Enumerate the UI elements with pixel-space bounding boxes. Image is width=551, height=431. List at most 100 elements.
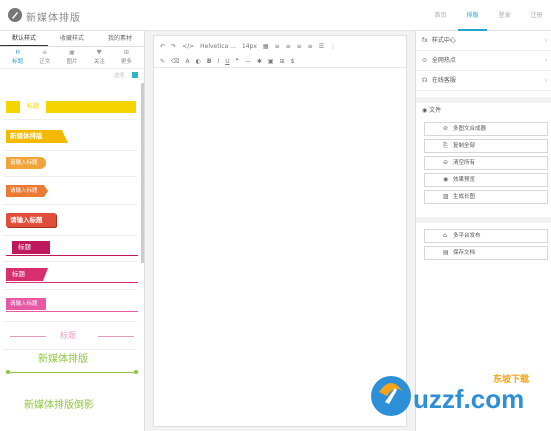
target-icon: ⊙: [422, 57, 428, 64]
tab-default-styles[interactable]: 默认样式: [0, 31, 48, 46]
divider: [4, 321, 137, 322]
heading-icon: H: [15, 49, 20, 56]
style-sample-10[interactable]: 新媒体排版: [6, 353, 138, 377]
logo-icon: [8, 8, 22, 22]
divider: [4, 235, 137, 236]
list-icon[interactable]: ☰: [319, 43, 324, 50]
headset-icon: ☊: [422, 77, 428, 84]
nav-home[interactable]: 首页: [426, 0, 455, 31]
indent-icon[interactable]: ⋮: [330, 43, 336, 50]
save-document-button[interactable]: ▤ 保存文档: [424, 246, 548, 260]
dollar-icon[interactable]: $: [291, 58, 295, 65]
undo-icon[interactable]: ↶: [160, 43, 165, 50]
style-sample-5[interactable]: 请输入标题: [6, 213, 56, 227]
style-sample-1[interactable]: 标题: [6, 101, 136, 113]
copy-icon: ⎘: [443, 142, 448, 149]
watermark-brand: uzzf.com: [413, 384, 525, 414]
underline-icon[interactable]: U: [225, 58, 229, 65]
category-more[interactable]: ⊞ 更多: [113, 49, 140, 66]
image-insert-icon[interactable]: ▣: [268, 58, 274, 65]
bold-icon[interactable]: B: [207, 58, 212, 65]
italic-icon[interactable]: I: [217, 58, 219, 65]
preview-button[interactable]: ◉ 效果预览: [424, 173, 548, 187]
font-family-select[interactable]: Helvetica ...: [200, 43, 236, 50]
style-panel: 默认样式 收藏样式 我的素材 H 标题 ≡ 正文 ▣ 图片 ♥ 关注 ⊞ 更多 选项 标题…: [0, 31, 145, 431]
long-image-button[interactable]: ▨ 生成长图: [424, 190, 548, 204]
style-tabs: 默认样式 收藏样式 我的素材: [0, 31, 144, 47]
special-char-icon[interactable]: ✱: [257, 58, 262, 65]
color-picker-swatch[interactable]: [132, 72, 138, 78]
style-sample-6[interactable]: 标题: [6, 241, 138, 257]
chevron-right-icon: ›: [544, 37, 547, 44]
category-follow[interactable]: ♥ 关注: [86, 49, 113, 66]
chevron-right-icon: ›: [544, 57, 547, 64]
category-image[interactable]: ▣ 图片: [58, 49, 85, 66]
nav-register[interactable]: 注册: [522, 0, 551, 31]
publish-icon: ⌂: [443, 232, 447, 239]
category-bar: H 标题 ≡ 正文 ▣ 图片 ♥ 关注 ⊞ 更多: [0, 47, 144, 69]
style-sample-3[interactable]: 请输入标题: [6, 157, 46, 169]
save-icon: ▤: [443, 249, 449, 256]
tab-my-materials[interactable]: 我的素材: [96, 31, 144, 46]
divider: [4, 204, 137, 205]
style-sample-7[interactable]: 标题: [6, 268, 138, 284]
text-icon: ≡: [42, 49, 48, 56]
style-sample-11[interactable]: 新媒体排版倒影: [6, 397, 138, 415]
file-section: ◉ 文件 ⊘ 多图文合成器 ⎘ 复制全部 ⊖ 清空所有 ◉ 效果预览 ▨ 生成长图: [416, 97, 551, 217]
multi-article-button[interactable]: ⊘ 多图文合成器: [424, 122, 548, 136]
heart-icon: ♥: [96, 49, 102, 56]
paragraph-format-icon[interactable]: ▦: [263, 43, 269, 50]
style-sample-4[interactable]: 请输入标题: [6, 185, 48, 197]
link-style-center[interactable]: fx 样式中心 ›: [416, 31, 551, 51]
copy-all-button[interactable]: ⎘ 复制全部: [424, 139, 548, 153]
style-sample-2[interactable]: 新媒体排版: [6, 130, 68, 143]
redo-icon[interactable]: ↷: [171, 43, 176, 50]
clear-format-icon[interactable]: ⌫: [171, 58, 179, 65]
merge-icon: ⊘: [443, 125, 449, 132]
image-icon: ▣: [69, 49, 75, 56]
category-body[interactable]: ≡ 正文: [31, 49, 58, 66]
link-online-support[interactable]: ☊ 在线客服 ›: [416, 71, 551, 91]
editor-toolbar: ↶ ↷ </> Helvetica ... 14px ▦ ≡ ≡ ≡ ≡ ☰ ⋮…: [154, 36, 406, 68]
eye-icon: ◉: [443, 176, 449, 183]
nav-login[interactable]: 登录: [490, 0, 519, 31]
table-icon[interactable]: ⊞: [280, 58, 285, 65]
fx-icon: fx: [422, 37, 428, 44]
publish-section: ⌂ 多平台发布 ▤ 保存文档: [416, 217, 551, 260]
style-toolrow: 选项: [0, 69, 144, 81]
grid-icon: ⊞: [123, 49, 129, 56]
align-right-icon[interactable]: ≡: [297, 43, 302, 50]
rich-text-editor[interactable]: ↶ ↷ </> Helvetica ... 14px ▦ ≡ ≡ ≡ ≡ ☰ ⋮…: [153, 35, 407, 427]
file-radio[interactable]: ◉ 文件: [416, 103, 551, 119]
chevron-right-icon: ›: [544, 77, 547, 84]
align-justify-icon[interactable]: ≡: [308, 43, 313, 50]
category-title[interactable]: H 标题: [4, 49, 31, 66]
align-left-icon[interactable]: ≡: [275, 43, 280, 50]
paint-icon[interactable]: ✎: [160, 58, 165, 65]
nav-layout[interactable]: 排版: [458, 0, 487, 31]
image-icon: ▨: [443, 193, 449, 200]
app-title: 新媒体排版: [26, 13, 81, 24]
divider: [4, 349, 137, 350]
divider: [4, 289, 137, 290]
link-hot-topics[interactable]: ⊙ 全网热点 ›: [416, 51, 551, 71]
watermark-logo: 东坡下载 uzzf.com: [365, 370, 545, 422]
option-hint[interactable]: 选项: [114, 72, 124, 79]
radio-icon: ◉: [422, 107, 428, 114]
quote-icon[interactable]: ❞: [236, 58, 239, 65]
background-color-icon[interactable]: ◐: [196, 58, 201, 65]
top-nav: 首页 排版 登录 注册: [423, 0, 551, 31]
code-icon[interactable]: </>: [182, 43, 194, 50]
align-center-icon[interactable]: ≡: [286, 43, 291, 50]
horizontal-rule-icon[interactable]: —: [245, 58, 251, 65]
font-size-select[interactable]: 14px: [242, 43, 257, 50]
multi-platform-publish-button[interactable]: ⌂ 多平台发布: [424, 229, 548, 243]
clear-all-button[interactable]: ⊖ 清空所有: [424, 156, 548, 170]
font-color-icon[interactable]: A: [186, 58, 190, 65]
divider: [4, 176, 137, 177]
style-sample-8[interactable]: 请输入标题: [6, 298, 138, 314]
divider: [4, 261, 137, 262]
tab-favorite-styles[interactable]: 收藏样式: [48, 31, 96, 46]
style-sample-9[interactable]: 标题: [6, 330, 138, 342]
left-scrollbar[interactable]: [141, 83, 144, 263]
